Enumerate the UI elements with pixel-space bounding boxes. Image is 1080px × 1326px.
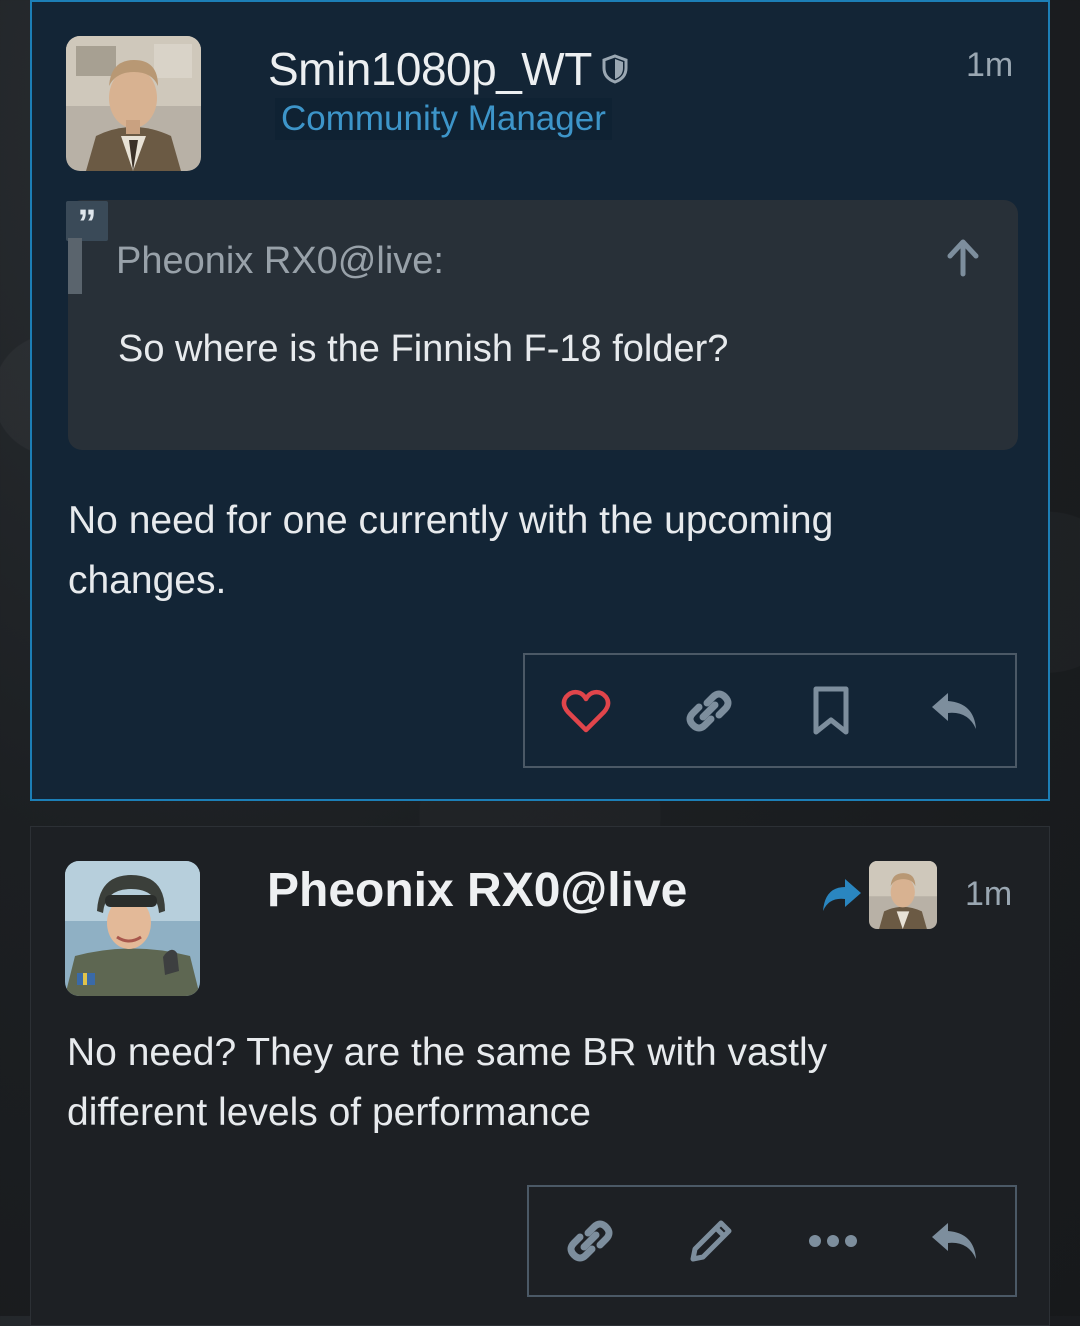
reply-icon (931, 692, 976, 729)
reply-icon (932, 1223, 977, 1259)
user-title: Community Manager (275, 98, 612, 140)
reply-to-arrow-icon[interactable] (821, 877, 863, 913)
bookmark-icon (813, 686, 849, 734)
like-button[interactable] (556, 681, 616, 741)
link-icon (567, 1220, 613, 1262)
quote-icon: ” (66, 201, 108, 245)
quote-bar (68, 238, 82, 294)
reply-to-avatar[interactable] (869, 861, 937, 929)
post-body: No need? They are the same BR with vastl… (67, 1031, 828, 1134)
more-options-button[interactable] (803, 1211, 863, 1271)
post-highlighted: Smin1080p_WT Community Manager 1m ” Pheo… (30, 0, 1050, 801)
edit-button[interactable] (681, 1211, 741, 1271)
pencil-icon (690, 1220, 732, 1262)
more-dots-icon (808, 1235, 857, 1247)
heart-icon (561, 689, 611, 732)
username-text: Smin1080p_WT (268, 43, 592, 95)
reply-button[interactable] (924, 1211, 984, 1271)
reply-button[interactable] (924, 681, 984, 741)
post-actions (527, 1185, 1017, 1297)
copy-link-button[interactable] (679, 681, 739, 741)
quote-author[interactable]: Pheonix RX0@live: (116, 240, 444, 283)
post-time[interactable]: 1m (965, 875, 1012, 914)
bookmark-button[interactable] (801, 681, 861, 741)
post-body: No need for one currently with the upcom… (68, 499, 834, 602)
go-to-quoted-post-icon[interactable] (942, 236, 984, 278)
user-avatar[interactable] (65, 861, 200, 996)
post-time[interactable]: 1m (966, 46, 1013, 85)
user-avatar[interactable] (66, 36, 201, 171)
username[interactable]: Pheonix RX0@live (267, 863, 687, 918)
post-actions (523, 653, 1017, 768)
post: Pheonix RX0@live 1m No need? They are th… (30, 826, 1050, 1326)
moderator-shield-icon (602, 54, 628, 84)
quote-text: So where is the Finnish F-18 folder? (118, 328, 729, 370)
quote-block (68, 200, 1018, 450)
link-icon (686, 690, 732, 731)
copy-link-button[interactable] (560, 1211, 620, 1271)
username[interactable]: Smin1080p_WT (268, 42, 628, 96)
